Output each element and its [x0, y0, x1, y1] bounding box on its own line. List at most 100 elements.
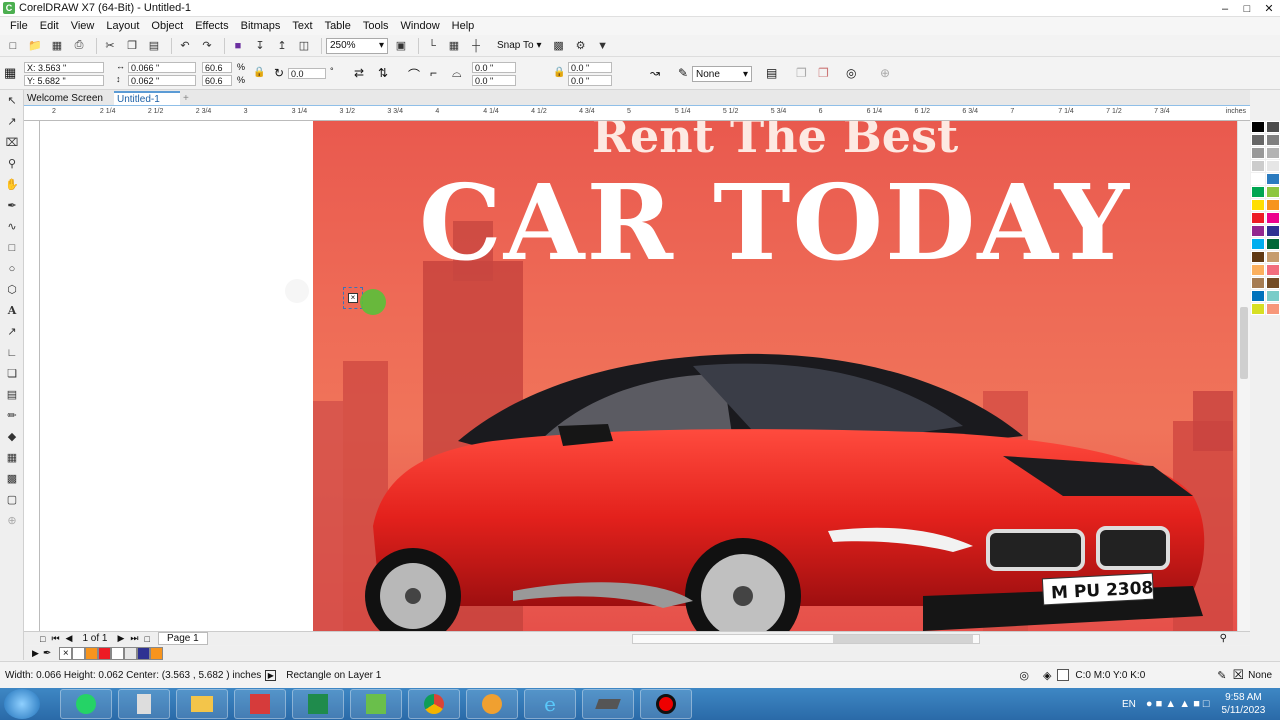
- snap-to-dropdown[interactable]: Snap To ▾: [497, 40, 542, 51]
- tab-welcome-screen[interactable]: Welcome Screen: [24, 91, 112, 105]
- copy-icon[interactable]: ❐: [123, 37, 141, 55]
- zoom-navigator-icon[interactable]: ⚲: [1220, 633, 1227, 644]
- pan-tool-icon[interactable]: ✋: [1, 174, 23, 195]
- menu-help[interactable]: Help: [446, 20, 481, 32]
- headline-top[interactable]: Rent The Best: [313, 121, 1237, 163]
- palette-swatch[interactable]: [1266, 134, 1280, 146]
- corner-radius-3-value[interactable]: 0.0 ": [568, 61, 612, 73]
- start-button[interactable]: [4, 689, 40, 719]
- palette-swatch[interactable]: [1266, 238, 1280, 250]
- scale-height-value[interactable]: 60.6: [202, 74, 232, 86]
- internet-explorer-taskbar-icon[interactable]: e: [524, 689, 576, 719]
- palette-swatch[interactable]: [1266, 160, 1280, 172]
- outline-pen-tool-icon[interactable]: ▢: [1, 489, 23, 510]
- smart-fill-icon[interactable]: ▦: [1, 447, 23, 468]
- mesh-fill-icon[interactable]: ▩: [1, 468, 23, 489]
- height-value[interactable]: 0.062 ": [128, 74, 196, 86]
- object-origin-icon[interactable]: ▦: [4, 65, 16, 81]
- previous-page-icon[interactable]: ◀: [66, 633, 73, 644]
- connector-tool-icon[interactable]: ∟: [1, 342, 23, 363]
- search-content-icon[interactable]: ■: [229, 37, 247, 55]
- rotation-value[interactable]: 0.0: [288, 67, 326, 79]
- palette-swatch[interactable]: [1251, 225, 1265, 237]
- zoom-tool-icon[interactable]: ⚲: [1, 153, 23, 174]
- export-icon[interactable]: ↥: [273, 37, 291, 55]
- application-launcher-icon[interactable]: ▼: [594, 37, 612, 55]
- whatsapp-taskbar-icon[interactable]: [60, 689, 112, 719]
- poster-artwork[interactable]: Rent The Best CAR TODAY M PU 2308: [313, 121, 1237, 631]
- wrap-text-icon[interactable]: ▤: [766, 66, 777, 80]
- document-palette-swatch[interactable]: [111, 647, 125, 660]
- page-tab[interactable]: Page 1: [157, 632, 208, 645]
- palette-swatch[interactable]: [1266, 277, 1280, 289]
- document-palette-swatch[interactable]: [124, 647, 138, 660]
- close-icon[interactable]: ✕: [1258, 0, 1280, 17]
- interactive-fill-icon[interactable]: ◆: [1, 426, 23, 447]
- rectangle-tool-icon[interactable]: □: [1, 237, 23, 258]
- palette-swatch[interactable]: [1251, 186, 1265, 198]
- width-value[interactable]: 0.066 ": [128, 61, 196, 73]
- document-palette-swatch[interactable]: [72, 647, 86, 660]
- no-outline-icon[interactable]: ☒: [1233, 667, 1245, 683]
- corner-radius-bottom-right[interactable]: 0.0 ": [568, 74, 612, 86]
- show-guidelines-icon[interactable]: ┼: [467, 37, 485, 55]
- play-icon[interactable]: ▶: [265, 669, 277, 681]
- x-position-field[interactable]: X: 3.563 ": [24, 61, 104, 73]
- corner-radius-1-value[interactable]: 0.0 ": [472, 61, 516, 73]
- palette-swatch[interactable]: [1251, 212, 1265, 224]
- palette-swatch[interactable]: [1266, 303, 1280, 315]
- palette-swatch[interactable]: [1251, 277, 1265, 289]
- clock[interactable]: 9:58 AM 5/11/2023: [1222, 691, 1266, 717]
- y-position-value[interactable]: Y: 5.682 ": [24, 74, 104, 86]
- customize-toolbox-icon[interactable]: ⊕: [1, 510, 23, 531]
- palette-swatch[interactable]: [1251, 290, 1265, 302]
- menu-view[interactable]: View: [65, 20, 101, 32]
- height-field[interactable]: 0.062 ": [128, 74, 196, 86]
- add-page-icon[interactable]: □: [40, 634, 45, 644]
- next-page-icon[interactable]: ▶: [118, 633, 125, 644]
- menu-bitmaps[interactable]: Bitmaps: [235, 20, 287, 32]
- palette-swatch[interactable]: [1266, 264, 1280, 276]
- horizontal-ruler[interactable]: 2 2 1/4 2 1/2 2 3/4 3 3 1/4 3 1/2 3 3/4 4 4 1/4 4 …: [24, 105, 1250, 121]
- headline-main[interactable]: CAR TODAY: [313, 171, 1237, 275]
- polygon-tool-icon[interactable]: ⬡: [1, 279, 23, 300]
- screen-recorder-taskbar-icon[interactable]: [640, 689, 692, 719]
- open-icon[interactable]: 📁: [26, 37, 44, 55]
- palette-swatch[interactable]: [1266, 121, 1280, 133]
- welcome-screen-icon[interactable]: ▩: [550, 37, 568, 55]
- app-taskbar-icon[interactable]: [582, 689, 634, 719]
- add-page-end-icon[interactable]: □: [145, 634, 150, 644]
- save-icon[interactable]: ▦: [48, 37, 66, 55]
- palette-swatch[interactable]: [1266, 173, 1280, 185]
- vertical-scrollbar[interactable]: [1237, 121, 1250, 631]
- palette-swatch[interactable]: [1266, 147, 1280, 159]
- ellipse-tool-icon[interactable]: ○: [1, 258, 23, 279]
- palette-swatch[interactable]: [1251, 173, 1265, 185]
- to-back-icon[interactable]: ❐: [818, 66, 829, 80]
- palette-swatch[interactable]: [1251, 199, 1265, 211]
- print-icon[interactable]: ⎙: [70, 37, 88, 55]
- document-palette-swatch[interactable]: [150, 647, 164, 660]
- new-document-icon[interactable]: □: [4, 37, 22, 55]
- shape-tool-icon[interactable]: ↗: [1, 111, 23, 132]
- parallel-dimension-icon[interactable]: ↗: [1, 321, 23, 342]
- show-grid-icon[interactable]: ▦: [445, 37, 463, 55]
- palette-swatch[interactable]: [1266, 290, 1280, 302]
- eyedropper-icon[interactable]: ✒: [43, 648, 51, 659]
- corner-radius-4-value[interactable]: 0.0 ": [568, 74, 612, 86]
- convert-to-curves-icon[interactable]: ◎: [846, 66, 856, 80]
- palette-swatch[interactable]: [1251, 121, 1265, 133]
- menu-object[interactable]: Object: [145, 20, 189, 32]
- round-corner-icon[interactable]: ⌒: [408, 66, 420, 83]
- fill-swatch[interactable]: [1057, 669, 1070, 681]
- excel-taskbar-icon[interactable]: [292, 689, 344, 719]
- language-indicator[interactable]: EN: [1122, 699, 1136, 710]
- menu-tools[interactable]: Tools: [357, 20, 395, 32]
- tray-icons[interactable]: ● ■ ▲ ▲ ■ □: [1146, 698, 1210, 710]
- palette-swatch[interactable]: [1266, 186, 1280, 198]
- options-icon[interactable]: ⚙: [572, 37, 590, 55]
- redo-icon[interactable]: ↷: [198, 37, 216, 55]
- crop-tool-icon[interactable]: ⌧: [1, 132, 23, 153]
- scale-width-field[interactable]: 60.6: [202, 61, 232, 73]
- corner-radius-2-value[interactable]: 0.0 ": [472, 74, 516, 86]
